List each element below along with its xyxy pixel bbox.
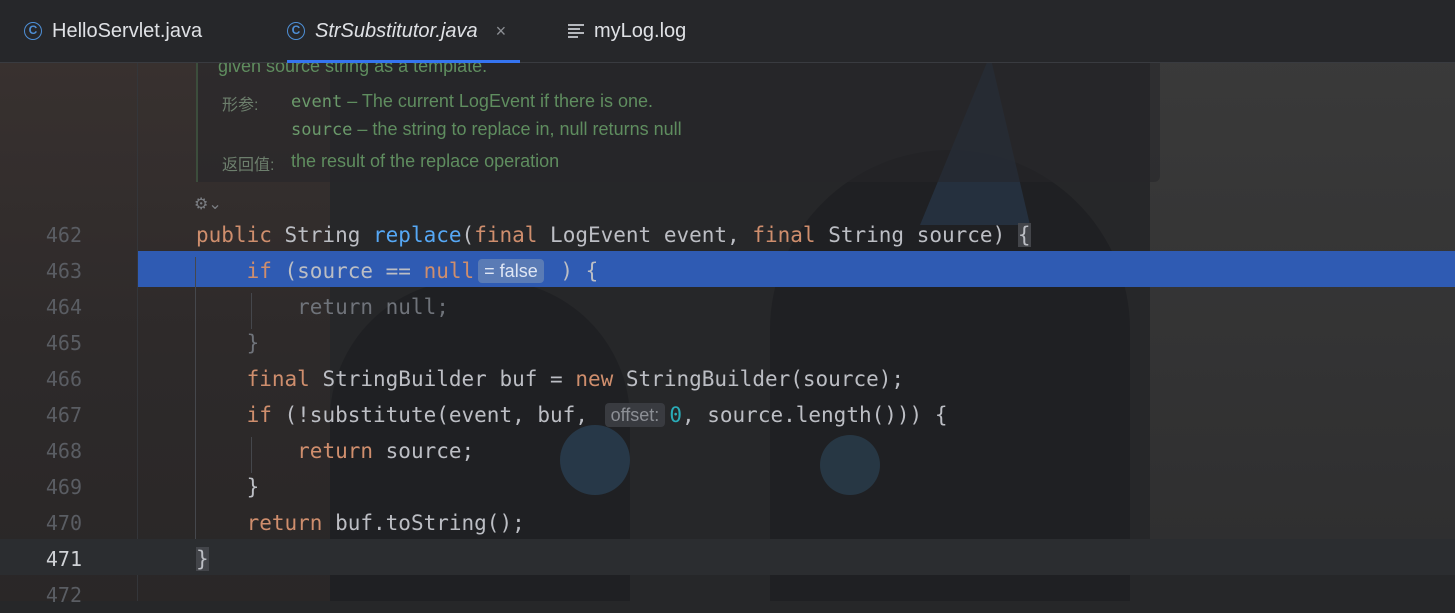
- code-line-466: 466 final StringBuilder buf = new String…: [0, 361, 1455, 397]
- code-line-464: 464 return null;: [0, 289, 1455, 325]
- code-line-463: 463 if (source == null = false ) {: [0, 253, 1455, 289]
- line-number: 470: [45, 511, 82, 535]
- reader-mode-icon[interactable]: ⚙⌄: [194, 194, 222, 213]
- parameter-name-hint: offset:: [604, 403, 666, 427]
- indent-guide: [251, 293, 252, 329]
- code-line-469: 469 }: [0, 469, 1455, 505]
- class-icon: C: [287, 22, 305, 40]
- tab-strsubstitutor[interactable]: C StrSubstitutor.java ×: [287, 0, 521, 63]
- tab-helloservlet[interactable]: C HelloServlet.java: [24, 0, 202, 62]
- tab-label: StrSubstitutor.java: [315, 19, 478, 42]
- doc-param-source: source – the string to replace in, null …: [291, 119, 682, 140]
- editor-tab-bar: C HelloServlet.java C StrSubstitutor.jav…: [0, 0, 1455, 63]
- code-line-468: 468 return source;: [0, 433, 1455, 469]
- doc-returns-tag: 返回值:: [222, 157, 275, 174]
- indent-guide: [251, 437, 252, 473]
- indent-guide: [195, 257, 196, 539]
- line-number: 462: [45, 223, 82, 247]
- tab-mylog[interactable]: myLog.log: [568, 0, 686, 62]
- text-file-icon: [568, 24, 584, 38]
- line-number: 472: [45, 583, 82, 607]
- code-line-467: 467 if (!substitute(event, buf, offset: 0…: [0, 397, 1455, 433]
- javadoc-popup: given source string as a template. 形参: e…: [196, 56, 1160, 182]
- tab-label: myLog.log: [594, 19, 687, 42]
- line-number: 471: [45, 547, 82, 571]
- code-line-472: 472: [0, 577, 1455, 613]
- code-line-462: 462 public String replace(final LogEvent…: [0, 217, 1455, 253]
- code-line-465: 465 }: [0, 325, 1455, 361]
- line-number: 464: [45, 295, 82, 319]
- inline-value-hint: = false: [478, 259, 544, 283]
- close-icon[interactable]: ×: [496, 21, 507, 42]
- code-line-471: 471 }: [0, 541, 1455, 577]
- doc-returns-desc: the result of the replace operation: [291, 151, 560, 171]
- code-editor[interactable]: given source string as a template. 形参: e…: [0, 56, 1455, 607]
- line-number: 467: [45, 403, 82, 427]
- line-number: 465: [45, 331, 82, 355]
- class-icon: C: [24, 22, 42, 40]
- doc-params-tag: 形参:: [222, 97, 259, 114]
- line-number: 468: [45, 439, 82, 463]
- line-number: 469: [45, 475, 82, 499]
- doc-param-event: event – The current LogEvent if there is…: [291, 91, 654, 112]
- tab-label: HelloServlet.java: [52, 19, 203, 42]
- line-number: 466: [45, 367, 82, 391]
- line-number: 463: [45, 259, 82, 283]
- code-line-470: 470 return buf.toString();: [0, 505, 1455, 541]
